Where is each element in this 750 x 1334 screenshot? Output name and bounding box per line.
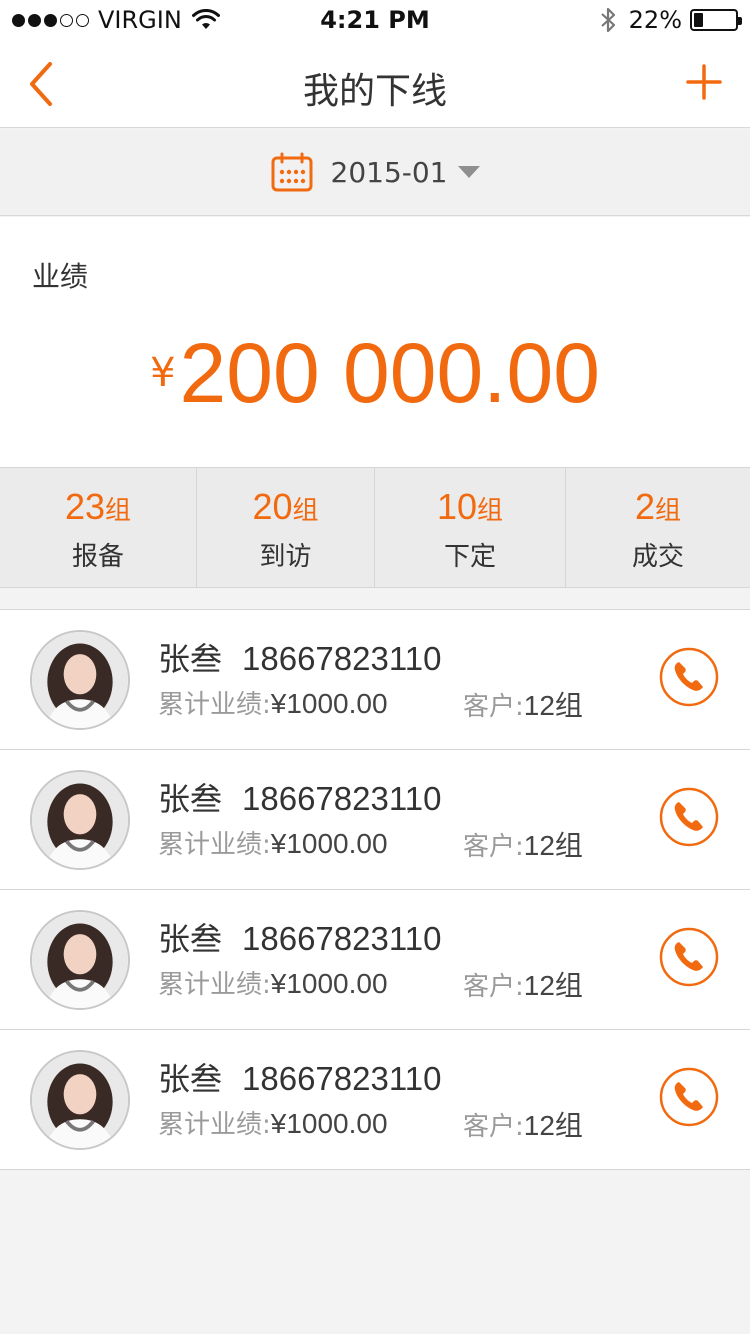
member-name-line: 张叁 18667823110 bbox=[158, 1054, 441, 1100]
customers-value: 12组 bbox=[523, 1110, 583, 1141]
amount-value: 200 000.00 bbox=[179, 326, 600, 420]
member-phone: 18667823110 bbox=[242, 1060, 442, 1097]
date-selector[interactable]: 2015-01 bbox=[0, 129, 750, 216]
list-item[interactable]: 张叁 18667823110 累计业绩:¥1000.00 客户:12组 bbox=[0, 610, 750, 750]
member-name-line: 张叁 18667823110 bbox=[158, 774, 441, 820]
customers-label: 客户: bbox=[463, 972, 524, 1002]
member-phone: 18667823110 bbox=[242, 780, 442, 817]
stat-visited[interactable]: 20组 到访 bbox=[197, 468, 375, 587]
member-performance: 累计业绩:¥1000.00 bbox=[158, 684, 388, 721]
stat-value: 10 bbox=[436, 486, 478, 527]
stat-unit: 组 bbox=[477, 496, 504, 526]
plus-icon[interactable] bbox=[684, 62, 724, 102]
member-name: 张叁 bbox=[158, 780, 223, 818]
avatar bbox=[30, 630, 130, 730]
member-performance: 累计业绩:¥1000.00 bbox=[158, 964, 388, 1001]
member-phone: 18667823110 bbox=[242, 920, 442, 957]
avatar bbox=[30, 910, 130, 1010]
performance-panel: 业绩 ¥200 000.00 bbox=[0, 217, 750, 467]
stat-unit: 组 bbox=[292, 496, 319, 526]
member-customers: 客户:12组 bbox=[463, 824, 583, 864]
list-item[interactable]: 张叁 18667823110 累计业绩:¥1000.00 客户:12组 bbox=[0, 1030, 750, 1170]
performance-label: 累计业绩: bbox=[158, 1110, 271, 1140]
avatar bbox=[30, 1050, 130, 1150]
date-value: 2015-01 bbox=[330, 155, 448, 189]
list-item[interactable]: 张叁 18667823110 累计业绩:¥1000.00 客户:12组 bbox=[0, 750, 750, 890]
member-name: 张叁 bbox=[158, 640, 223, 678]
downline-list: 张叁 18667823110 累计业绩:¥1000.00 客户:12组 张叁 186… bbox=[0, 609, 750, 1170]
stat-value: 2 bbox=[634, 486, 655, 527]
performance-label: 累计业绩: bbox=[158, 970, 271, 1000]
stat-unit: 组 bbox=[655, 496, 682, 526]
phone-icon[interactable] bbox=[659, 927, 719, 987]
phone-icon[interactable] bbox=[659, 787, 719, 847]
customers-label: 客户: bbox=[463, 1112, 524, 1142]
status-right: 22% bbox=[599, 6, 742, 34]
chevron-down-icon bbox=[457, 166, 480, 178]
member-name-line: 张叁 18667823110 bbox=[158, 914, 441, 960]
stat-label: 下定 bbox=[443, 542, 496, 572]
member-customers: 客户:12组 bbox=[463, 684, 583, 724]
member-performance: 累计业绩:¥1000.00 bbox=[158, 824, 388, 861]
customers-label: 客户: bbox=[463, 832, 524, 862]
performance-value: ¥1000.00 bbox=[270, 968, 388, 999]
page-title: 我的下线 bbox=[302, 71, 447, 112]
bluetooth-icon bbox=[600, 7, 615, 33]
stat-unit: 组 bbox=[105, 496, 132, 526]
phone-icon[interactable] bbox=[659, 1067, 719, 1127]
member-customers: 客户:12组 bbox=[463, 1104, 583, 1144]
stat-label: 报备 bbox=[71, 542, 124, 572]
customers-value: 12组 bbox=[523, 970, 583, 1001]
calendar-icon bbox=[271, 152, 312, 192]
avatar bbox=[30, 770, 130, 870]
stat-value: 20 bbox=[252, 486, 293, 527]
performance-label: 累计业绩: bbox=[158, 690, 271, 720]
phone-icon[interactable] bbox=[659, 647, 719, 707]
nav-bar: 我的下线 bbox=[0, 40, 750, 128]
member-name-line: 张叁 18667823110 bbox=[158, 634, 441, 680]
performance-value: ¥1000.00 bbox=[270, 1108, 388, 1139]
performance-label: 累计业绩: bbox=[158, 830, 271, 860]
stat-reported[interactable]: 23组 报备 bbox=[0, 468, 197, 587]
customers-value: 12组 bbox=[523, 690, 583, 721]
performance-label: 业绩 bbox=[32, 260, 89, 293]
battery-icon bbox=[690, 9, 742, 31]
member-phone: 18667823110 bbox=[242, 640, 442, 677]
member-name: 张叁 bbox=[158, 1060, 223, 1098]
customers-value: 12组 bbox=[523, 830, 583, 861]
battery-percent: 22% bbox=[628, 6, 682, 34]
performance-value: ¥1000.00 bbox=[270, 688, 388, 719]
stat-label: 成交 bbox=[631, 542, 684, 572]
stats-bar: 23组 报备 20组 到访 10组 下定 2组 成交 bbox=[0, 467, 750, 588]
customers-label: 客户: bbox=[463, 692, 524, 722]
member-name: 张叁 bbox=[158, 920, 223, 958]
battery-level bbox=[694, 13, 703, 27]
currency-symbol: ¥ bbox=[150, 350, 176, 396]
stat-label: 到访 bbox=[259, 542, 312, 572]
performance-amount: ¥200 000.00 bbox=[0, 325, 750, 422]
status-bar: VIRGIN 4:21 PM 22% bbox=[0, 0, 750, 40]
stat-closed[interactable]: 2组 成交 bbox=[566, 468, 750, 587]
stat-deposit[interactable]: 10组 下定 bbox=[375, 468, 566, 587]
list-item[interactable]: 张叁 18667823110 累计业绩:¥1000.00 客户:12组 bbox=[0, 890, 750, 1030]
performance-value: ¥1000.00 bbox=[270, 828, 388, 859]
member-customers: 客户:12组 bbox=[463, 964, 583, 1004]
member-performance: 累计业绩:¥1000.00 bbox=[158, 1104, 388, 1141]
stat-value: 23 bbox=[64, 486, 106, 527]
